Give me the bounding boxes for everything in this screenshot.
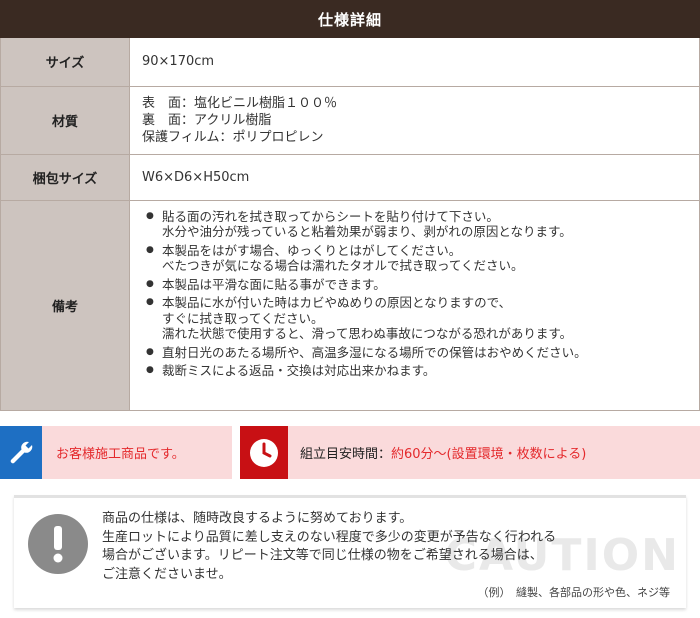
note-line: すぐに拭き取ってください。 xyxy=(162,310,324,326)
material-value: 表 面：塩化ビニル樹脂１００％ 裏 面：アクリル樹脂 保護フィルム：ポリプロピレ… xyxy=(129,85,700,155)
caution-line: 商品の仕様は、随時改良するように努めております。 xyxy=(102,511,413,526)
size-label: サイズ xyxy=(0,38,130,87)
material-line: 表 面：塩化ビニル樹脂１００％ xyxy=(142,95,338,111)
assembly-time-badge: 組立目安時間： 約60分〜(設置環境・枚数による) xyxy=(240,426,700,479)
note-line: べたつきが気になる場合は濡れたタオルで拭き取ってください。 xyxy=(162,258,524,273)
caution-line: 生産ロットにより品質に差し支えのない程度で多少の変更が予告なく行われる xyxy=(102,529,557,545)
package-label: 梱包サイズ xyxy=(0,153,130,201)
note-line: 裁断ミスによる返品・交換は対応出来かねます。 xyxy=(162,363,436,378)
note-item: 裁断ミスによる返品・交換は対応出来かねます。 xyxy=(144,363,691,379)
spec-title: 仕様詳細 xyxy=(317,10,382,29)
note-line: 本製品に水が付いた時はカビやぬめりの原因となりますので、 xyxy=(162,295,512,310)
notes-label: 備考 xyxy=(0,199,130,411)
customer-install-text: お客様施工商品です。 xyxy=(56,447,185,462)
assembly-time-value: 約60分〜(設置環境・枚数による) xyxy=(391,447,587,462)
caution-line: 場合がございます。リピート注文等で同じ仕様の物をご希望される場合は、 xyxy=(102,548,543,563)
material-line: 保護フィルム：ポリプロピレン xyxy=(142,129,324,145)
caution-example: （例） 縫製、各部品の形や色、ネジ等 xyxy=(477,586,671,599)
row-material: 材質 表 面：塩化ビニル樹脂１００％ 裏 面：アクリル樹脂 保護フィルム：ポリプ… xyxy=(0,85,700,155)
size-value: 90×170cm xyxy=(129,38,700,87)
package-value: W6×D6×H50cm xyxy=(129,153,700,201)
note-item: 本製品に水が付いた時はカビやぬめりの原因となりますので、 すぐに拭き取ってくださ… xyxy=(144,295,691,342)
note-line: 水分や油分が残っていると粘着効果が弱まり、剥がれの原因となります。 xyxy=(162,224,572,239)
note-line: 本製品は平滑な面に貼る事ができます。 xyxy=(162,276,386,292)
note-line: 本製品をはがす場合、ゆっくりとはがしてください。 xyxy=(162,242,462,258)
notes-value: 貼る面の汚れを拭き取ってからシートを貼り付けて下さい。 水分や油分が残っていると… xyxy=(129,199,700,411)
material-line: 裏 面：アクリル樹脂 xyxy=(142,112,272,128)
caution-box: CAUTION 商品の仕様は、随時改良するように努めております。 生産ロットによ… xyxy=(14,495,686,608)
spec-header: 仕様詳細 xyxy=(0,0,700,38)
note-item: 直射日光のあたる場所や、高温多湿になる場所での保管はおやめください。 xyxy=(144,345,691,361)
note-item: 本製品をはがす場合、ゆっくりとはがしてください。 べたつきが気になる場合は濡れた… xyxy=(144,243,691,274)
caution-body: 商品の仕様は、随時改良するように努めております。 生産ロットにより品質に差し支え… xyxy=(102,510,662,584)
customer-install-badge: お客様施工商品です。 xyxy=(0,426,232,479)
note-line: 貼る面の汚れを拭き取ってからシートを貼り付けて下さい。 xyxy=(162,208,499,224)
material-label: 材質 xyxy=(0,85,130,155)
caution-line: ご注意くださいませ。 xyxy=(102,566,232,582)
note-item: 本製品は平滑な面に貼る事ができます。 xyxy=(144,277,691,293)
assembly-time-label: 組立目安時間： xyxy=(300,447,392,462)
note-item: 貼る面の汚れを拭き取ってからシートを貼り付けて下さい。 水分や油分が残っていると… xyxy=(144,209,691,240)
note-line: 濡れた状態で使用すると、滑って思わぬ事故につながる恐れがあります。 xyxy=(162,326,573,341)
note-line: 直射日光のあたる場所や、高温多湿になる場所での保管はおやめください。 xyxy=(162,344,587,360)
row-size: サイズ 90×170cm xyxy=(0,38,700,87)
spec-table: サイズ 90×170cm 材質 表 面：塩化ビニル樹脂１００％ 裏 面：アクリル… xyxy=(0,38,700,411)
row-package: 梱包サイズ W6×D6×H50cm xyxy=(0,153,700,201)
notes-list: 貼る面の汚れを拭き取ってからシートを貼り付けて下さい。 水分や油分が残っていると… xyxy=(144,209,691,379)
exclamation-icon xyxy=(28,514,88,574)
row-notes: 備考 貼る面の汚れを拭き取ってからシートを貼り付けて下さい。 水分や油分が残って… xyxy=(0,199,700,411)
wrench-icon xyxy=(0,426,42,479)
clock-icon xyxy=(240,426,288,479)
